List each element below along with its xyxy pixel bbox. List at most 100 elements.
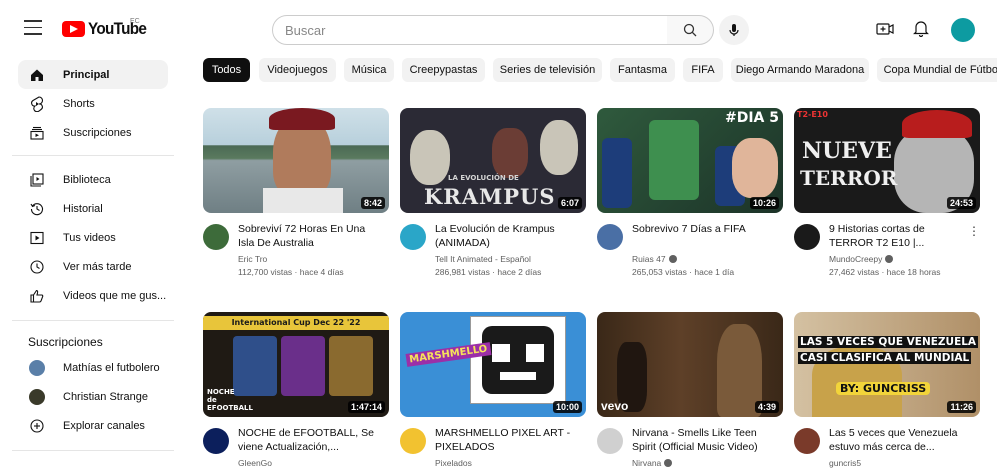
channel-avatar[interactable] <box>203 428 229 454</box>
chip-fantasma[interactable]: Fantasma <box>610 58 675 82</box>
channel-name[interactable]: Pixelados <box>435 458 472 468</box>
video-thumbnail[interactable]: LAS 5 VECES QUE VENEZUELA CASI CLASIFICA… <box>794 312 980 417</box>
channel-avatar[interactable] <box>597 428 623 454</box>
search-button[interactable] <box>667 15 714 45</box>
verified-icon <box>668 255 677 263</box>
sidebar-item-principal[interactable]: Principal <box>18 60 168 89</box>
channel-avatar[interactable] <box>203 224 229 250</box>
video-title[interactable]: Nirvana - Smells Like Teen Spirit (Offic… <box>632 426 772 454</box>
episode-label: T2-E10 <box>797 110 828 119</box>
video-meta: 265,053 vistas · hace 1 día <box>632 267 735 277</box>
sidebar-item-label: Videos que me gus... <box>63 289 167 302</box>
channel-name[interactable]: guncris5 <box>829 458 861 468</box>
video-meta: 112,700 vistas · hace 4 días <box>238 267 344 277</box>
voice-search-button[interactable] <box>719 15 749 45</box>
video-card[interactable]: vevo 4:39 Nirvana - Smells Like Teen Spi… <box>597 312 783 468</box>
thumbnail-title: KRAMPUS <box>424 184 556 209</box>
channel-avatar[interactable] <box>597 224 623 250</box>
chip-diego-armando-maradona[interactable]: Diego Armando Maradona <box>731 58 869 82</box>
video-thumbnail[interactable]: International Cup Dec 22 '22 NOCHE de EF… <box>203 312 389 417</box>
sidebar: Principal Shorts Suscripciones Bibliotec… <box>0 58 180 465</box>
channel-avatar[interactable] <box>400 428 426 454</box>
thumbnail-subtitle: LA EVOLUCIÓN DE <box>448 174 519 182</box>
video-card[interactable]: LAS 5 VECES QUE VENEZUELA CASI CLASIFICA… <box>794 312 980 468</box>
add-circle-icon <box>29 418 45 434</box>
channel-name[interactable]: Eric Tro <box>238 254 267 264</box>
channel-name[interactable]: Nirvana <box>632 458 673 468</box>
subscription-item[interactable]: Christian Strange <box>18 382 168 411</box>
video-title[interactable]: Las 5 veces que Venezuela estuvo más cer… <box>829 426 969 454</box>
video-card[interactable]: MARSHMELLO 10:00 MARSHMELLO PIXEL ART - … <box>400 312 586 468</box>
video-card[interactable]: T2-E10 NUEVE TERROR 24:53 9 Historias co… <box>794 108 980 277</box>
library-icon <box>29 172 45 188</box>
channel-avatar[interactable] <box>794 224 820 250</box>
chip-fifa[interactable]: FIFA <box>683 58 723 82</box>
menu-icon[interactable] <box>24 20 42 36</box>
channel-avatar[interactable] <box>400 224 426 250</box>
channel-avatar[interactable] <box>794 428 820 454</box>
your-videos-icon <box>29 230 45 246</box>
sidebar-item-shorts[interactable]: Shorts <box>18 89 168 118</box>
channel-name-text: Ruias 47 <box>632 254 666 264</box>
video-title[interactable]: MARSHMELLO PIXEL ART - PIXELADOS <box>435 426 575 454</box>
video-card[interactable]: #DIA 5 10:26 Sobrevivo 7 Días a FIFA Rui… <box>597 108 783 277</box>
video-card[interactable]: International Cup Dec 22 '22 NOCHE de EF… <box>203 312 389 468</box>
channel-name[interactable]: Ruias 47 <box>632 254 677 264</box>
chip-series-de-television[interactable]: Series de televisión <box>493 58 602 82</box>
video-card[interactable]: 8:42 Sobreviví 72 Horas En Una Isla De A… <box>203 108 389 277</box>
more-options-icon[interactable]: ⋮ <box>968 224 980 238</box>
chip-musica[interactable]: Música <box>344 58 394 82</box>
video-title[interactable]: 9 Historias cortas de TERROR T2 E10 |... <box>829 222 969 250</box>
subscription-item[interactable]: Mathías el futbolero <box>18 353 168 382</box>
sidebar-item-explorar-canales[interactable]: Explorar canales <box>18 411 168 440</box>
channel-name[interactable]: GleenGo <box>238 458 272 468</box>
sidebar-item-label: Ver más tarde <box>63 260 132 273</box>
video-card[interactable]: LA EVOLUCIÓN DE KRAMPUS 6:07 La Evolució… <box>400 108 586 277</box>
thumbnail-title: NOCHE de EFOOTBALL <box>207 388 253 412</box>
video-thumbnail[interactable]: vevo 4:39 <box>597 312 783 417</box>
video-thumbnail[interactable]: LA EVOLUCIÓN DE KRAMPUS 6:07 <box>400 108 586 213</box>
sidebar-item-tus-videos[interactable]: Tus videos <box>18 223 168 252</box>
video-duration: 10:00 <box>552 401 582 413</box>
chip-videojuegos[interactable]: Videojuegos <box>259 58 336 82</box>
face-shape <box>732 138 778 198</box>
search-input[interactable]: Buscar <box>272 15 668 45</box>
video-thumbnail[interactable]: T2-E10 NUEVE TERROR 24:53 <box>794 108 980 213</box>
create-video-icon[interactable] <box>876 22 894 36</box>
shorts-icon <box>29 95 45 112</box>
video-title[interactable]: Sobreviví 72 Horas En Una Isla De Austra… <box>238 222 378 250</box>
figure-shape <box>410 130 450 185</box>
top-bar: YouTube EC Buscar <box>0 0 997 58</box>
channel-name-text: Nirvana <box>632 458 662 468</box>
channel-name[interactable]: MundoCreepy <box>829 254 894 264</box>
video-thumbnail[interactable]: 8:42 <box>203 108 389 213</box>
video-thumbnail[interactable]: MARSHMELLO 10:00 <box>400 312 586 417</box>
country-code: EC <box>130 18 140 25</box>
sidebar-item-suscripciones[interactable]: Suscripciones <box>18 118 168 147</box>
sidebar-item-videos-que-me-gustan[interactable]: Videos que me gus... <box>18 281 168 310</box>
youtube-logo[interactable]: YouTube EC <box>62 18 153 39</box>
sidebar-item-label: Biblioteca <box>63 173 111 186</box>
pixel-eye <box>526 344 544 362</box>
sidebar-item-historial[interactable]: Historial <box>18 194 168 223</box>
player-card <box>233 336 277 396</box>
player-card <box>281 336 325 396</box>
video-title[interactable]: Sobrevivo 7 Días a FIFA <box>632 222 772 236</box>
video-title[interactable]: La Evolución de Krampus (ANIMADA) <box>435 222 575 250</box>
sidebar-item-biblioteca[interactable]: Biblioteca <box>18 165 168 194</box>
microphone-icon <box>729 24 739 36</box>
video-thumbnail[interactable]: #DIA 5 10:26 <box>597 108 783 213</box>
video-title[interactable]: NOCHE de EFOOTBALL, Se viene Actualizaci… <box>238 426 378 454</box>
chip-todos[interactable]: Todos <box>203 58 250 82</box>
chip-creepypastas[interactable]: Creepypastas <box>402 58 485 82</box>
channel-name[interactable]: Tell It Animated - Español <box>435 254 531 264</box>
account-avatar[interactable] <box>951 18 975 42</box>
sidebar-item-label: Suscripciones <box>63 126 132 139</box>
chip-copa-mundial-de-futbol[interactable]: Copa Mundial de Fútbol <box>877 58 997 82</box>
channel-name-text: MundoCreepy <box>829 254 883 264</box>
subscriptions-heading: Suscripciones <box>28 335 103 349</box>
video-duration: 4:39 <box>754 401 779 413</box>
notifications-bell-icon[interactable] <box>913 20 929 37</box>
subscription-label: Mathías el futbolero <box>63 361 160 374</box>
sidebar-item-ver-mas-tarde[interactable]: Ver más tarde <box>18 252 168 281</box>
